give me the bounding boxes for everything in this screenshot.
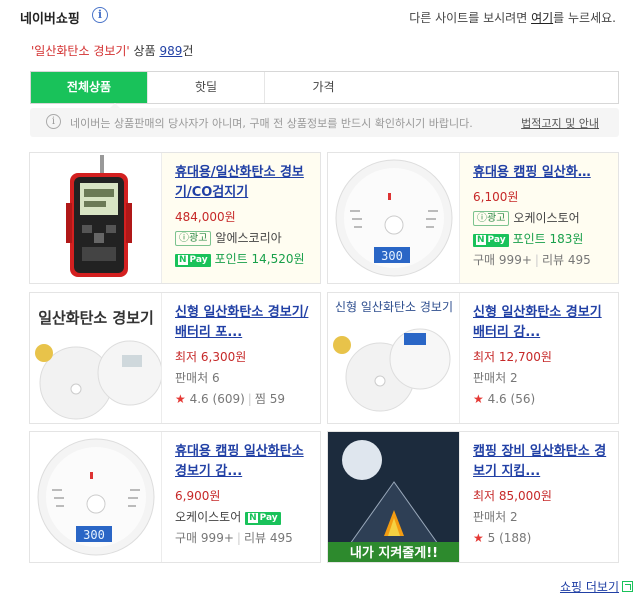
purchase-review-line: 구매 999+ | 리뷰 495 (473, 253, 591, 267)
notice-bar: i 네이버는 상품판매의 당사자가 아니며, 구매 전 상품정보를 반드시 확인… (30, 103, 619, 137)
product-image[interactable]: 300 (328, 153, 460, 283)
seller-pay-line: 오케이스토어 N Pay (175, 509, 315, 525)
header: 네이버쇼핑 i 다른 사이트를 보시려면 여기를 누르세요. (20, 6, 620, 28)
site-switch-link[interactable]: 여기 (531, 11, 553, 25)
seller-name[interactable]: 오케이스토어 (513, 211, 579, 225)
purchase-review-line: 구매 999+ | 리뷰 495 (175, 531, 293, 545)
seller-count-line: 판매처 2 (473, 510, 518, 524)
product-card[interactable]: 300 휴대용 캠핑 일산화탄소 경보기 감... 6,900원 오케이스토어 … (29, 431, 321, 563)
seller-count-line: 판매처 6 (175, 371, 220, 385)
result-count[interactable]: 989 (159, 44, 182, 58)
product-title[interactable]: 휴대용 캠핑 일산화탄소 경보기 감... (175, 442, 315, 482)
product-card[interactable]: 신형 일산화탄소 경보기 신형 일산화탄소 경보기 배터리 감... 최저 12… (327, 292, 619, 424)
naver-pay-icon: N Pay (473, 234, 509, 247)
display-readout: 300 (381, 249, 403, 263)
product-price: 최저 85,000원 (473, 489, 552, 503)
product-info: 신형 일산화탄소 경보기/배터리 포... 최저 6,300원 판매처 6 ★ … (175, 303, 315, 407)
product-price: 484,000원 (175, 210, 236, 224)
ad-badge: ⓘ광고 (175, 231, 212, 246)
points-text: 포인트 183원 (512, 232, 584, 246)
product-info: 신형 일산화탄소 경보기 배터리 감... 최저 12,700원 판매처 2 ★… (473, 303, 613, 407)
product-info: 휴대용/일산화탄소 경보기/CO검지기 484,000원 ⓘ광고 알에스코리아 N… (175, 163, 315, 267)
product-title[interactable]: 신형 일산화탄소 경보기/배터리 포... (175, 303, 315, 343)
product-image[interactable]: 300 (30, 432, 162, 562)
product-banner-text: 일산화탄소 경보기 (38, 309, 154, 327)
star-icon: ★ (175, 392, 186, 406)
product-price: 6,100원 (473, 190, 519, 204)
product-price: 6,900원 (175, 489, 221, 503)
legal-notice-link[interactable]: 법적고지 및 안내 (521, 115, 599, 131)
product-image[interactable] (30, 153, 162, 283)
product-banner-text: 내가 지켜줄게!! (350, 545, 438, 561)
info-icon: i (46, 114, 61, 129)
pay-points-line: N Pay 포인트 14,520원 (175, 251, 315, 267)
product-image[interactable]: 신형 일산화탄소 경보기 (328, 293, 460, 423)
naver-pay-icon: N Pay (175, 254, 211, 267)
shopping-more-link[interactable]: 쇼핑 더보기 (560, 578, 619, 595)
product-title[interactable]: 캠핑 장비 일산화탄소 경보기 지킴... (473, 442, 613, 482)
seller-name[interactable]: 알에스코리아 (215, 231, 281, 245)
tab-all-products[interactable]: 전체상품 (31, 72, 148, 103)
product-card[interactable]: 300 휴대용 캠핑 일산화… 6,100원 ⓘ광고 오케이스토어 N Pay 포인트… (327, 152, 619, 284)
site-switch-text: 다른 사이트를 보시려면 여기를 누르세요. (409, 11, 616, 25)
display-readout: 300 (83, 528, 105, 542)
notice-text: 네이버는 상품판매의 당사자가 아니며, 구매 전 상품정보를 반드시 확인하시… (70, 117, 473, 130)
product-info: 휴대용 캠핑 일산화탄소 경보기 감... 6,900원 오케이스토어 N Pay… (175, 442, 315, 546)
product-card[interactable]: 내가 지켜줄게!! 캠핑 장비 일산화탄소 경보기 지킴... 최저 85,00… (327, 431, 619, 563)
tab-hot-deal[interactable]: 핫딜 (148, 72, 265, 103)
info-icon[interactable]: i (92, 7, 108, 23)
ad-badge: ⓘ광고 (473, 211, 510, 226)
product-info: 휴대용 캠핑 일산화… 6,100원 ⓘ광고 오케이스토어 N Pay 포인트 183… (473, 163, 613, 268)
star-icon: ★ (473, 392, 484, 406)
product-banner-text: 신형 일산화탄소 경보기 (335, 300, 453, 314)
ad-seller-line: ⓘ광고 알에스코리아 (175, 230, 315, 246)
product-info: 캠핑 장비 일산화탄소 경보기 지킴... 최저 85,000원 판매처 2 ★… (473, 442, 613, 546)
pay-points-line: N Pay 포인트 183원 (473, 231, 613, 247)
rating-line: ★ 4.6 (609) | 찜 59 (175, 392, 285, 406)
rating-line: ★ 5 (188) (473, 531, 532, 545)
product-card[interactable]: 휴대용/일산화탄소 경보기/CO검지기 484,000원 ⓘ광고 알에스코리아 N… (29, 152, 321, 284)
search-query: '일산화탄소 경보기' (31, 44, 130, 58)
rating-line: ★ 4.6 (56) (473, 392, 536, 406)
naver-pay-icon: N Pay (245, 512, 281, 525)
external-link-icon[interactable] (622, 581, 633, 592)
star-icon: ★ (473, 531, 484, 545)
product-title[interactable]: 신형 일산화탄소 경보기 배터리 감... (473, 303, 613, 343)
product-card[interactable]: 일산화탄소 경보기 신형 일산화탄소 경보기/배터리 포... 최저 6,300… (29, 292, 321, 424)
product-image[interactable]: 내가 지켜줄게!! (328, 432, 460, 562)
product-price: 최저 12,700원 (473, 350, 552, 364)
tab-price[interactable]: 가격 (265, 72, 382, 103)
tab-bar: 전체상품 핫딜 가격 (30, 71, 619, 104)
product-price: 최저 6,300원 (175, 350, 247, 364)
result-summary: '일산화탄소 경보기' 상품 989건 (31, 44, 194, 58)
seller-name[interactable]: 오케이스토어 (175, 510, 241, 524)
brand-title[interactable]: 네이버쇼핑 (20, 8, 80, 27)
product-image[interactable]: 일산화탄소 경보기 (30, 293, 162, 423)
points-text: 포인트 14,520원 (214, 252, 305, 266)
product-title[interactable]: 휴대용/일산화탄소 경보기/CO검지기 (175, 163, 315, 203)
ad-seller-line: ⓘ광고 오케이스토어 (473, 210, 613, 226)
seller-count-line: 판매처 2 (473, 371, 518, 385)
